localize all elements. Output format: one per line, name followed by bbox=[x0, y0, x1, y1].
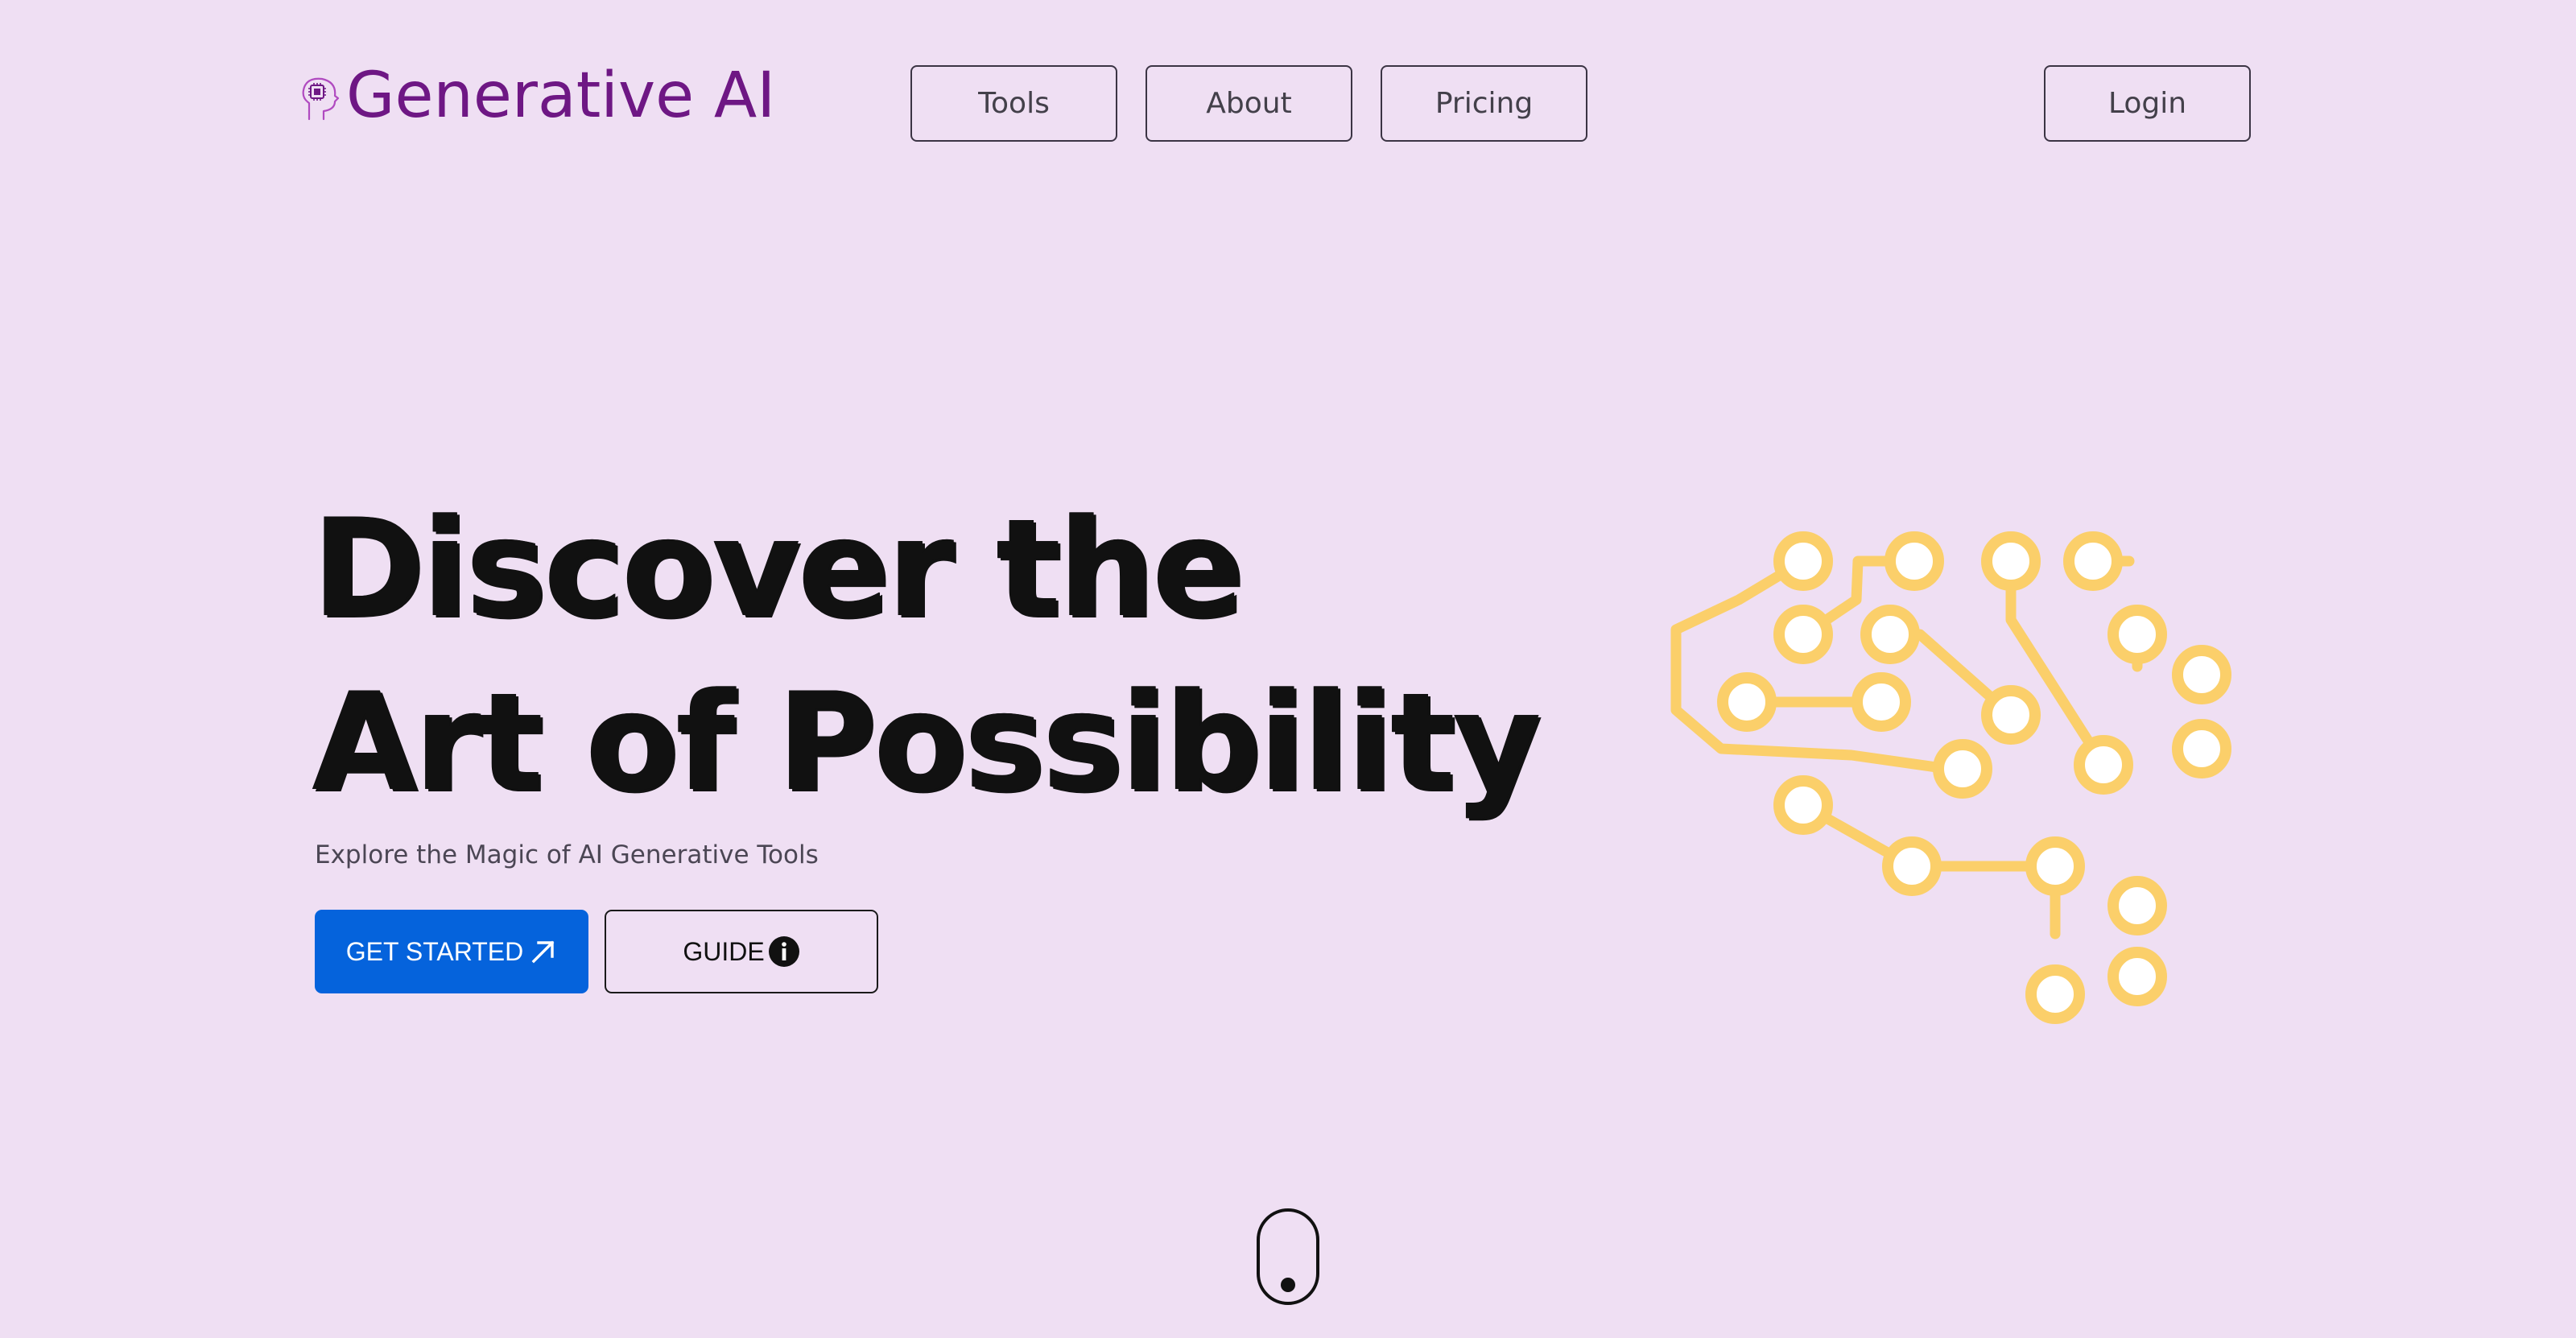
hero-subtitle: Explore the Magic of AI Generative Tools bbox=[315, 840, 819, 869]
brand-logo-link[interactable]: Generative AI bbox=[299, 60, 775, 132]
nav-tools-button[interactable]: Tools bbox=[910, 65, 1117, 142]
get-started-label: GET STARTED bbox=[345, 936, 524, 966]
brain-chip-icon bbox=[302, 77, 340, 121]
guide-label: GUIDE bbox=[683, 936, 765, 966]
nav-about-button[interactable]: About bbox=[1146, 65, 1352, 142]
circuit-brain-illustration bbox=[1670, 531, 2231, 1024]
login-button[interactable]: Login bbox=[2044, 65, 2251, 142]
hero-title: Discover the Art of Possibility bbox=[312, 481, 1542, 829]
mouse-scroll-icon[interactable] bbox=[1256, 1208, 1320, 1307]
get-started-button[interactable]: GET STARTED bbox=[315, 910, 588, 993]
nav-pricing-button[interactable]: Pricing bbox=[1381, 65, 1587, 142]
info-circle-icon bbox=[768, 935, 800, 968]
hero-title-line-1: Discover the bbox=[312, 489, 1245, 647]
brand-name: Generative AI bbox=[346, 60, 776, 132]
arrow-up-right-icon bbox=[530, 938, 557, 965]
guide-button[interactable]: GUIDE bbox=[605, 910, 878, 993]
hero-title-line-2: Art of Possibility bbox=[312, 663, 1542, 821]
